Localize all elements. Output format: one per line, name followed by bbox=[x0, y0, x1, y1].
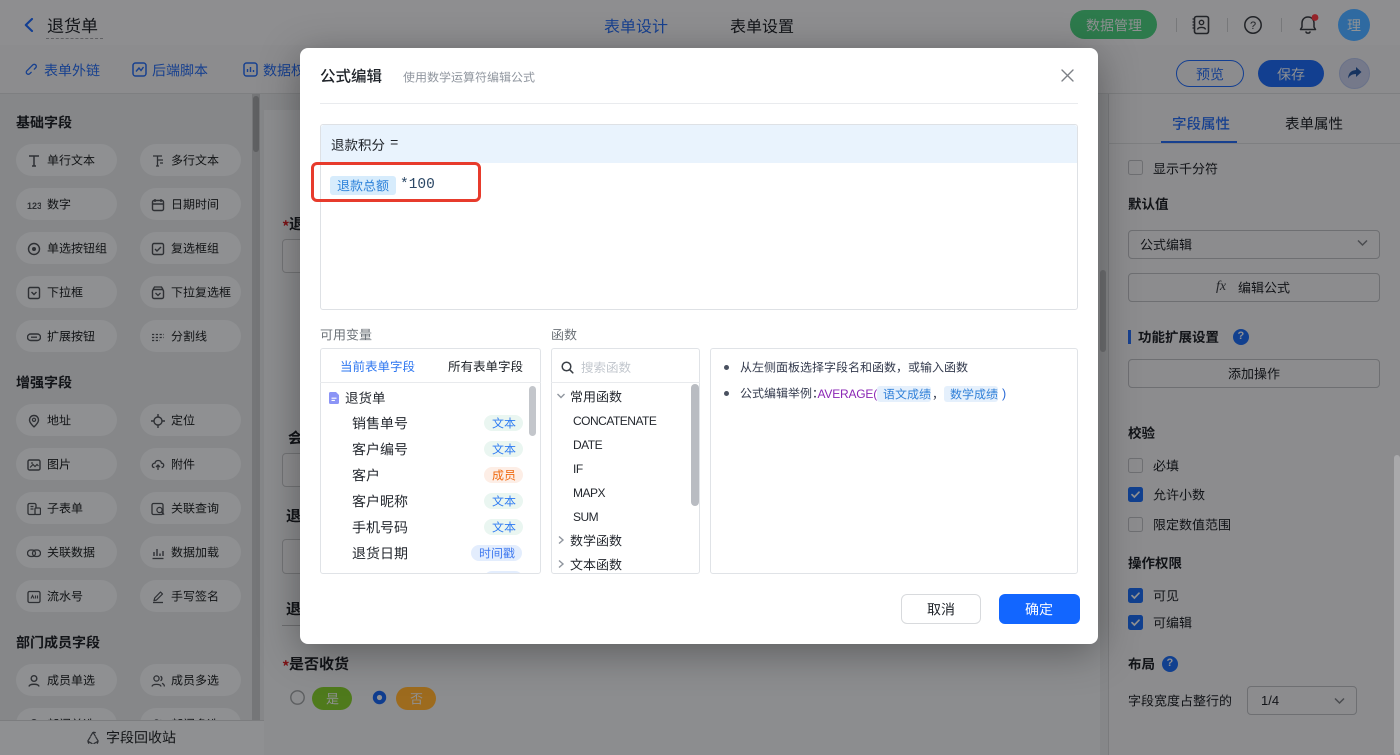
svg-text:?: ? bbox=[1250, 20, 1256, 32]
svg-text:123: 123 bbox=[27, 201, 41, 211]
